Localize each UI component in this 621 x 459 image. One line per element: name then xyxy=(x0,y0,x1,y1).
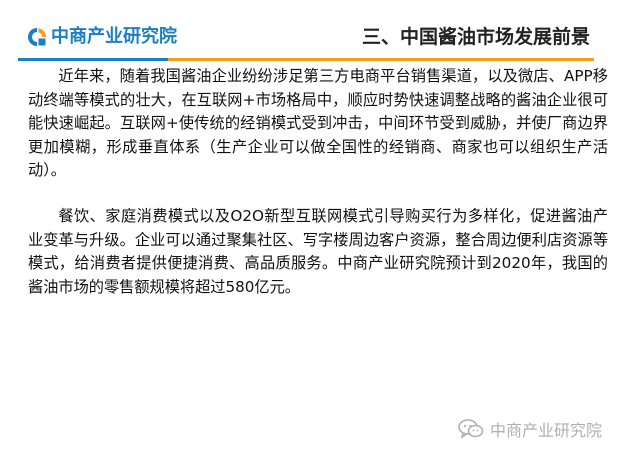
header-rule-orange xyxy=(168,58,594,61)
paragraph-2: 餐饮、家庭消费模式以及O2O新型互联网模式引导购买行为多样化，促进酱油产业变革与… xyxy=(28,206,608,296)
header: 中商产业研究院 三、中国酱油市场发展前景 xyxy=(0,0,621,66)
wechat-icon xyxy=(458,419,484,439)
paragraph-1: 近年来，随着我国酱油企业纷纷涉足第三方电商平台销售渠道，以及微店、APP移动终端… xyxy=(28,67,608,180)
logo-icon xyxy=(28,28,46,46)
page-title: 三、中国酱油市场发展前景 xyxy=(361,26,590,48)
watermark: 中商产业研究院 xyxy=(458,417,602,441)
logo-text: 中商产业研究院 xyxy=(51,26,177,47)
watermark-text: 中商产业研究院 xyxy=(489,421,602,440)
header-rule-blue xyxy=(18,58,168,61)
body-text: 近年来，随着我国酱油企业纷纷涉足第三方电商平台销售渠道，以及微店、APP移动终端… xyxy=(28,65,608,299)
logo: 中商产业研究院 xyxy=(26,26,177,48)
